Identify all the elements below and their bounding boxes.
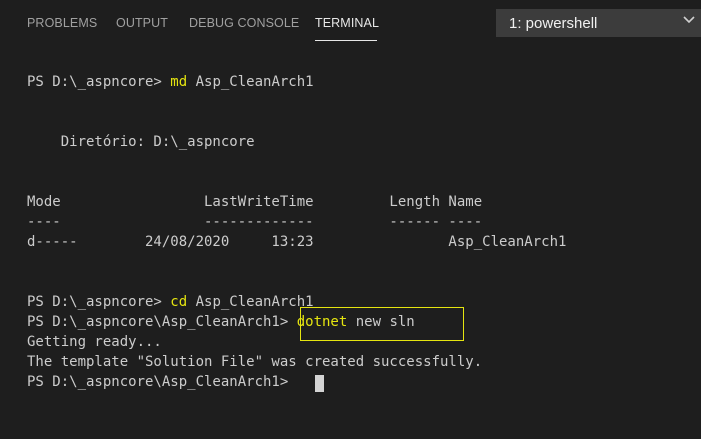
prompt: PS D:\_aspncore\Asp_CleanArch1> xyxy=(27,314,297,330)
terminal-select-dropdown[interactable]: 1: powershell xyxy=(496,9,701,37)
terminal-line: PS D:\_aspncore\Asp_CleanArch1> xyxy=(27,372,297,392)
terminal-line: Mode LastWriteTime Length Name xyxy=(27,194,483,210)
prompt: PS D:\_aspncore\Asp_CleanArch1> xyxy=(27,374,297,390)
terminal-line: d----- 24/08/2020 13:23 Asp_CleanArch1 xyxy=(27,234,567,250)
tab-terminal[interactable]: TERMINAL xyxy=(315,16,379,30)
command-highlight-box xyxy=(300,307,464,341)
terminal-line: PS D:\_aspncore> md Asp_CleanArch1 xyxy=(27,72,314,92)
prompt: PS D:\_aspncore> xyxy=(27,74,171,90)
terminal-select-value: 1: powershell xyxy=(509,15,598,32)
terminal-line: The template "Solution File" was created… xyxy=(27,354,483,370)
command-args: Asp_CleanArch1 xyxy=(187,74,314,90)
terminal-line: PS D:\_aspncore> cd Asp_CleanArch1 xyxy=(27,292,314,312)
command-name: md xyxy=(170,74,188,90)
prompt: PS D:\_aspncore> xyxy=(27,294,171,310)
terminal-line: ---- ------------- ------ ---- xyxy=(27,214,483,230)
terminal-line: Getting ready... xyxy=(27,334,162,350)
active-tab-indicator xyxy=(315,40,377,41)
tab-output[interactable]: OUTPUT xyxy=(116,16,168,30)
terminal-line: Diretório: D:\_aspncore xyxy=(27,134,255,150)
chevron-down-icon[interactable] xyxy=(683,16,695,24)
command-args: Asp_CleanArch1 xyxy=(187,294,314,310)
command-name: cd xyxy=(170,294,188,310)
tab-debug-console[interactable]: DEBUG CONSOLE xyxy=(189,16,299,30)
terminal-cursor xyxy=(315,375,324,392)
tab-problems[interactable]: PROBLEMS xyxy=(27,16,97,30)
